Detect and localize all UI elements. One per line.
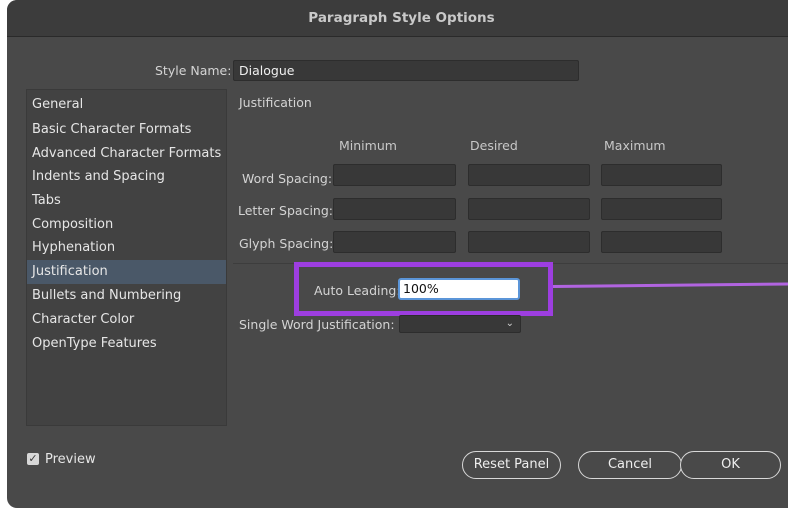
annotation-highlight-box	[294, 262, 553, 316]
letter-spacing-maximum-field[interactable]	[601, 198, 722, 220]
letter-spacing-label: Letter Spacing:	[238, 203, 333, 218]
sidebar-item-justification[interactable]: Justification	[27, 260, 226, 284]
sidebar-item-bullets-and-numbering[interactable]: Bullets and Numbering	[27, 284, 226, 308]
sidebar-item-general[interactable]: General	[27, 93, 226, 117]
single-word-justification-select[interactable]: ⌄	[399, 315, 521, 333]
section-title: Justification	[239, 95, 312, 110]
sidebar-item-advanced-character-formats[interactable]: Advanced Character Formats	[27, 142, 226, 166]
sidebar-item-indents-and-spacing[interactable]: Indents and Spacing	[27, 165, 226, 189]
word-spacing-label: Word Spacing:	[242, 171, 333, 186]
style-name-input[interactable]: Dialogue	[233, 60, 579, 81]
reset-panel-button[interactable]: Reset Panel	[462, 451, 561, 479]
chevron-down-icon: ⌄	[505, 318, 514, 329]
glyph-spacing-label: Glyph Spacing:	[239, 236, 334, 251]
sidebar-item-basic-character-formats[interactable]: Basic Character Formats	[27, 118, 226, 142]
paragraph-style-options-dialog: Paragraph Style Options Style Name: Dial…	[7, 0, 788, 508]
glyph-spacing-desired-field[interactable]	[468, 231, 590, 253]
title-bar: Paragraph Style Options	[7, 0, 788, 37]
word-spacing-minimum-field[interactable]	[333, 164, 456, 186]
column-header-minimum: Minimum	[339, 138, 397, 153]
column-header-maximum: Maximum	[604, 138, 666, 153]
category-list: General Basic Character Formats Advanced…	[26, 89, 227, 426]
preview-checkbox[interactable]: ✓	[27, 453, 39, 465]
ok-button[interactable]: OK	[680, 451, 781, 479]
glyph-spacing-maximum-field[interactable]	[601, 231, 722, 253]
annotation-pointer-line	[552, 282, 788, 288]
glyph-spacing-minimum-field[interactable]	[333, 231, 456, 253]
sidebar-item-opentype-features[interactable]: OpenType Features	[27, 332, 226, 356]
checkmark-icon: ✓	[28, 452, 38, 465]
word-spacing-desired-field[interactable]	[468, 164, 590, 186]
preview-label: Preview	[45, 452, 96, 467]
dialog-title: Paragraph Style Options	[308, 10, 495, 26]
cancel-button[interactable]: Cancel	[578, 451, 682, 479]
word-spacing-maximum-field[interactable]	[601, 164, 722, 186]
sidebar-item-hyphenation[interactable]: Hyphenation	[27, 236, 226, 260]
style-name-label: Style Name:	[155, 63, 232, 78]
column-header-desired: Desired	[470, 138, 518, 153]
sidebar-item-character-color[interactable]: Character Color	[27, 308, 226, 332]
single-word-justification-label: Single Word Justification:	[239, 317, 395, 332]
sidebar-item-tabs[interactable]: Tabs	[27, 189, 226, 213]
sidebar-item-composition[interactable]: Composition	[27, 213, 226, 237]
letter-spacing-minimum-field[interactable]	[333, 198, 456, 220]
letter-spacing-desired-field[interactable]	[468, 198, 590, 220]
